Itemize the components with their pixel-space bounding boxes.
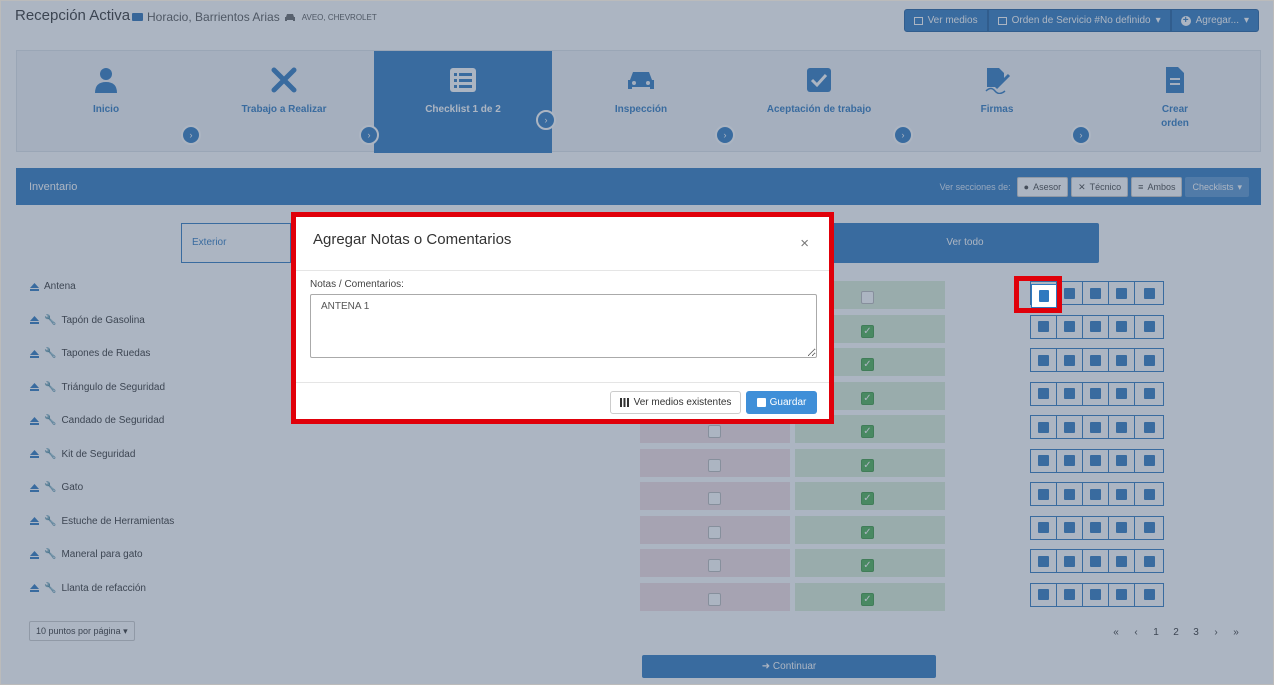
divider xyxy=(296,270,829,271)
guardar-button[interactable]: Guardar xyxy=(746,391,817,414)
grid-icon xyxy=(619,398,629,407)
divider xyxy=(296,382,829,383)
ver-medios-existentes-button[interactable]: Ver medios existentes xyxy=(610,391,741,414)
ver-medios-existentes-label: Ver medios existentes xyxy=(633,397,732,408)
file-icon xyxy=(1039,290,1049,302)
close-icon[interactable]: × xyxy=(800,235,809,252)
guardar-label: Guardar xyxy=(769,397,807,408)
notes-modal: Agregar Notas o Comentarios × Notas / Co… xyxy=(291,212,834,424)
modal-title: Agregar Notas o Comentarios xyxy=(313,231,512,248)
notes-button-highlighted[interactable] xyxy=(1031,284,1057,308)
notes-textarea[interactable]: ANTENA 1 xyxy=(310,294,817,358)
notes-label: Notas / Comentarios: xyxy=(310,279,404,290)
page: Recepción Activa Horacio, Barrientos Ari… xyxy=(0,0,1274,685)
save-icon xyxy=(756,398,766,407)
